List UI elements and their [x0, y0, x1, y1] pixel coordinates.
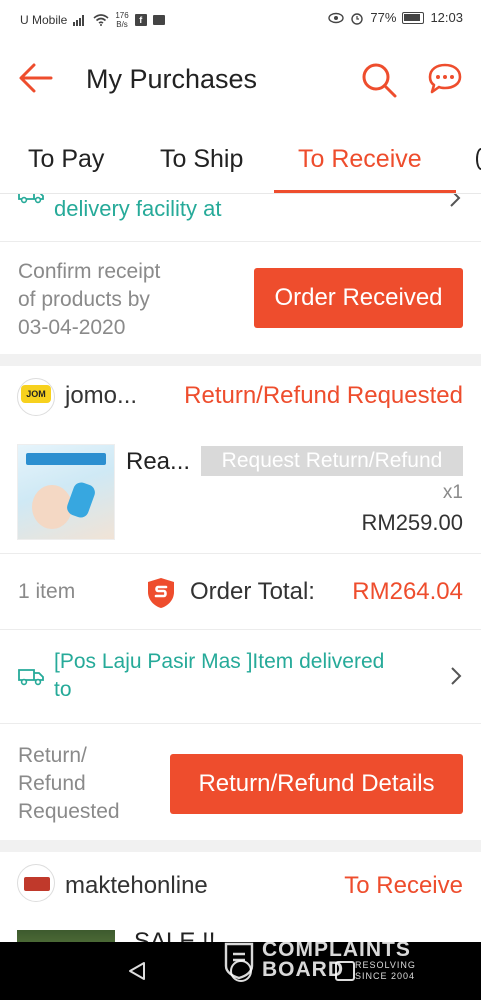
battery-percent: 77%	[370, 10, 397, 25]
order1-confirm-line2: of products by	[18, 288, 150, 311]
order-received-button[interactable]: Order Received	[254, 268, 463, 328]
tab-bar: To Pay To Ship To Receive	[0, 124, 481, 194]
order2-price: RM259.00	[361, 510, 463, 535]
order3-status: To Receive	[344, 872, 463, 899]
eye-icon	[328, 12, 345, 23]
order2-footer: Return/ Refund Requested Return/Refund D…	[0, 724, 481, 838]
watermark-tagline1: RESOLVING	[355, 960, 416, 970]
app-header: My Purchases	[0, 36, 481, 124]
order2-tracking-text: [Pos Laju Pasir Mas ]Item delivered to	[54, 648, 384, 704]
status-left: U Mobile 176 B/s f	[20, 11, 165, 29]
order1-tracking-text: delivery facility at	[54, 196, 222, 221]
watermark-tagline: RESOLVING SINCE 2004	[355, 960, 416, 982]
order2-product-name: Rea...	[126, 448, 191, 475]
shop-avatar	[17, 864, 55, 902]
order1-confirm-text: Confirm receipt of products by 03-04-202…	[18, 258, 160, 342]
chevron-right-icon	[451, 667, 462, 685]
product-thumbnail	[17, 444, 115, 540]
order2-product-row[interactable]: Rea... Request Return/Refund x1 RM259.00	[0, 434, 481, 554]
order1-confirm-line1: Confirm receipt	[18, 260, 161, 283]
shield-icon	[148, 578, 174, 608]
tab-to-ship[interactable]: To Ship	[160, 145, 243, 174]
complaints-board-logo-icon	[224, 942, 254, 980]
order2-shop-name: jomo...	[65, 382, 138, 409]
order2-shop-row[interactable]: JOM jomo... Return/Refund Requested	[0, 366, 481, 434]
order-total-label: Order Total:	[190, 578, 315, 605]
order2-footer-line2: Refund	[18, 772, 86, 795]
truck-icon	[18, 194, 44, 204]
status-right: 77% 12:03	[328, 10, 463, 25]
order2-quantity: x1	[442, 482, 463, 503]
product-thumbnail	[17, 930, 115, 942]
battery-icon	[402, 11, 425, 24]
order2-tracking-row[interactable]: [Pos Laju Pasir Mas ]Item delivered to	[0, 630, 481, 724]
signal-icon	[73, 15, 85, 26]
carrier-label: U Mobile	[20, 13, 68, 27]
order1-tracking-row[interactable]: delivery facility at	[0, 194, 481, 242]
order1-footer: Confirm receipt of products by 03-04-202…	[0, 242, 481, 354]
chevron-right-icon	[450, 194, 461, 207]
chat-icon[interactable]	[426, 62, 464, 96]
page-title: My Purchases	[86, 64, 258, 94]
shop-logo-text: JOM	[21, 385, 51, 403]
section-divider	[0, 840, 481, 852]
search-icon[interactable]	[360, 61, 398, 99]
order2-footer-text: Return/ Refund Requested	[18, 742, 120, 826]
net-speed: 176 B/s	[115, 11, 128, 29]
alarm-icon	[351, 12, 364, 25]
order2-footer-line1: Return/	[18, 744, 87, 767]
order2-total-row: 1 item Order Total: RM264.04	[0, 554, 481, 630]
thumbnail-banner	[26, 453, 106, 465]
order3-product-name: SALE !!	[134, 928, 216, 942]
mail-icon	[152, 15, 165, 25]
order2-tracking-line2: to	[54, 678, 72, 701]
active-tab-indicator	[274, 190, 456, 193]
watermark-tagline2: SINCE 2004	[355, 971, 416, 981]
truck-icon	[18, 669, 44, 686]
order-total-value: RM264.04	[352, 578, 463, 605]
order2-footer-line3: Requested	[18, 800, 120, 823]
tab-to-receive[interactable]: To Receive	[298, 145, 422, 174]
order3-shop-name: maktehonline	[65, 872, 208, 899]
shop-avatar: JOM	[17, 378, 55, 416]
order-list: delivery facility at Confirm receipt of …	[0, 194, 481, 942]
return-refund-tag: Request Return/Refund	[201, 446, 463, 476]
status-bar: U Mobile 176 B/s f 77% 12:03	[0, 0, 481, 36]
watermark-line2: BOARD	[262, 958, 344, 981]
order2-item-count: 1 item	[18, 580, 76, 603]
order2-tracking-line1: [Pos Laju Pasir Mas ]Item delivered	[54, 650, 385, 673]
section-divider	[0, 354, 481, 366]
shop-logo-mark	[24, 877, 50, 891]
net-speed-value: 176	[115, 11, 129, 20]
back-nav-icon[interactable]	[126, 960, 148, 982]
order2-status: Return/Refund Requested	[184, 382, 463, 409]
back-arrow-icon[interactable]	[18, 62, 54, 94]
return-refund-details-button[interactable]: Return/Refund Details	[170, 754, 463, 814]
tab-overflow-partial[interactable]	[476, 148, 481, 170]
page: U Mobile 176 B/s f 77% 12:03 My Purchase…	[0, 0, 481, 1000]
clock: 12:03	[430, 10, 463, 25]
wifi-icon	[93, 14, 109, 26]
thumbnail-thermometer	[64, 480, 98, 520]
order3-shop-row[interactable]: maktehonline To Receive	[0, 852, 481, 918]
order1-confirm-line3: 03-04-2020	[18, 316, 126, 339]
facebook-icon: f	[134, 14, 147, 26]
net-speed-unit: B/s	[116, 20, 128, 29]
tab-to-pay[interactable]: To Pay	[28, 145, 104, 174]
